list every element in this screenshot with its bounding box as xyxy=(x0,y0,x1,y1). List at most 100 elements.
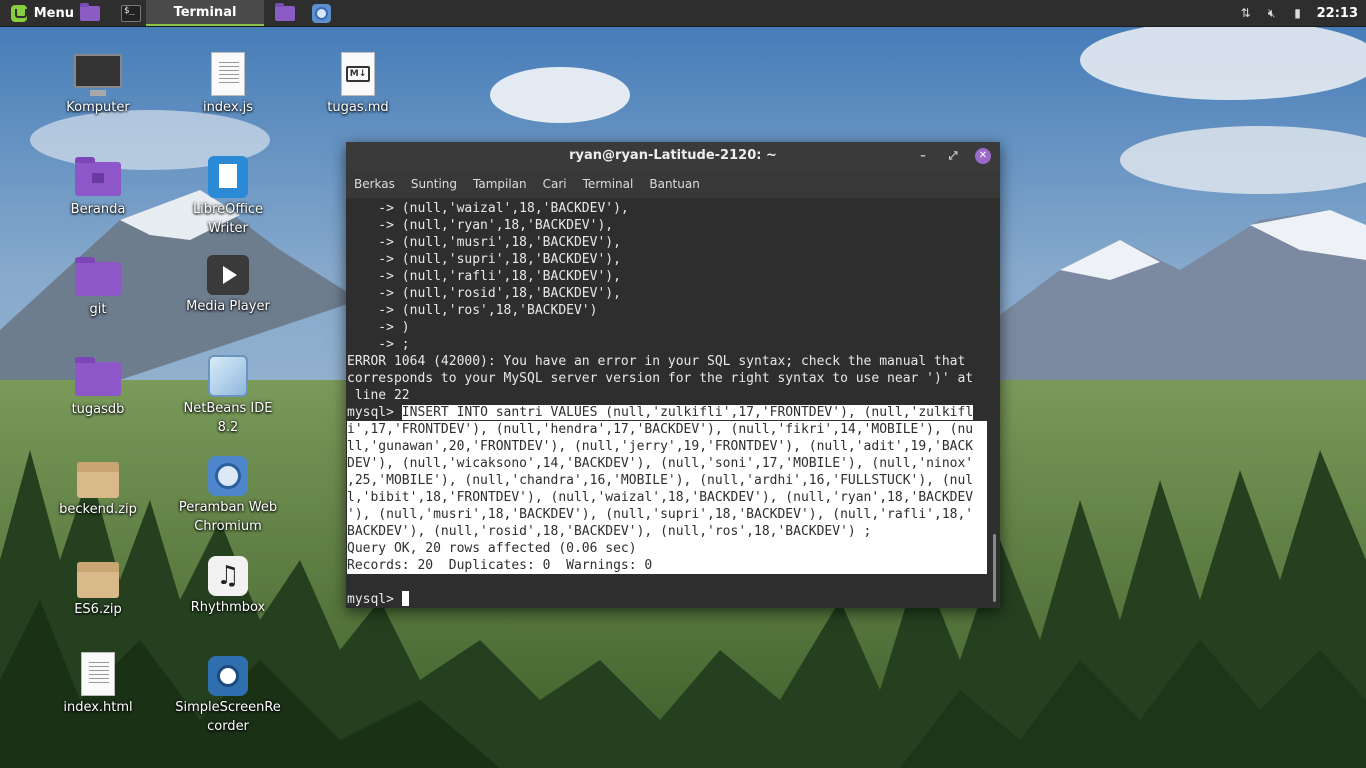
media-player-icon xyxy=(207,255,249,295)
desktop-icon-label: beckend.zip xyxy=(59,502,137,517)
error-line: ERROR 1064 (42000): You have an error in… xyxy=(347,354,966,369)
output-line: -> ) xyxy=(347,320,410,335)
output-line: -> (null,'waizal',18,'BACKDEV'), xyxy=(347,201,629,216)
command-line: mysql> INSERT INTO santri VALUES (null,'… xyxy=(347,404,974,421)
desktop-icon-index-html[interactable]: index.html xyxy=(43,652,153,717)
desktop-icon-tugasdb[interactable]: tugasdb xyxy=(43,356,153,419)
folder-icon xyxy=(80,2,100,21)
desktop-icon-beranda[interactable]: Beranda xyxy=(43,156,153,219)
top-panel: Menu $_ Terminal ⇅ 🔇︎ ▮ 22:13 xyxy=(0,0,1366,27)
network-icon[interactable]: ⇅ xyxy=(1239,7,1253,19)
menu-tampilan[interactable]: Tampilan xyxy=(473,177,527,191)
desktop-icon-label: NetBeans IDE 8.2 xyxy=(183,401,273,435)
selected-text: BACKDEV'), (null,'rosid',18,'BACKDEV'), … xyxy=(347,523,987,540)
taskbar-item-terminal[interactable]: Terminal xyxy=(146,0,264,26)
selected-text: DEV'), (null,'wicaksono',14,'BACKDEV'), … xyxy=(347,455,987,472)
error-line: corresponds to your MySQL server version… xyxy=(347,371,974,386)
desktop-icon-netbeans[interactable]: NetBeans IDE 8.2 xyxy=(173,355,283,437)
menu-berkas[interactable]: Berkas xyxy=(354,177,395,191)
battery-icon[interactable]: ▮ xyxy=(1291,7,1305,19)
computer-icon xyxy=(74,54,122,96)
input-line[interactable]: mysql> xyxy=(347,591,409,608)
desktop-icon-label: tugasdb xyxy=(71,402,125,417)
archive-icon xyxy=(77,462,119,498)
taskbar-item-label: Terminal xyxy=(173,4,237,20)
terminal-window: ryan@ryan-Latitude-2120: ~ – ⤢ ✕ Berkas … xyxy=(346,142,1000,608)
linux-mint-icon xyxy=(11,4,27,22)
selected-text: ll,'gunawan',20,'FRONTDEV'), (null,'jerr… xyxy=(347,438,987,455)
menu-cari[interactable]: Cari xyxy=(543,177,567,191)
terminal-scrollbar[interactable] xyxy=(993,534,996,602)
desktop-icon-rhythmbox[interactable]: ♫ Rhythmbox xyxy=(173,556,283,617)
terminal-launcher[interactable]: $_ xyxy=(120,3,142,23)
folder-icon xyxy=(75,357,121,396)
desktop-icon-label: Beranda xyxy=(70,202,126,217)
desktop-icon-label: git xyxy=(89,302,107,317)
document-icon xyxy=(211,52,245,96)
menu-sunting[interactable]: Sunting xyxy=(411,177,457,191)
menu-bantuan[interactable]: Bantuan xyxy=(649,177,699,191)
desktop-icon-es6-zip[interactable]: ES6.zip xyxy=(43,558,153,619)
folder-launcher[interactable] xyxy=(79,2,101,23)
output-line: -> (null,'ryan',18,'BACKDEV'), xyxy=(347,218,614,233)
folder-icon xyxy=(275,2,295,21)
desktop-icon-tugas-md[interactable]: M↓ tugas.md xyxy=(303,52,413,117)
archive-icon xyxy=(77,562,119,598)
minimize-icon[interactable]: – xyxy=(915,148,931,164)
desktop-icon-label: index.html xyxy=(63,700,133,715)
mysql-prompt: mysql> xyxy=(347,405,402,420)
terminal-output[interactable]: -> (null,'waizal',18,'BACKDEV'), -> (nul… xyxy=(346,199,992,608)
document-icon xyxy=(81,652,115,696)
error-line: line 22 xyxy=(347,388,410,403)
folder-launcher-2[interactable] xyxy=(274,2,296,23)
maximize-icon[interactable]: ⤢ xyxy=(945,148,961,164)
desktop-icon-beckend-zip[interactable]: beckend.zip xyxy=(43,458,153,519)
desktop-icon-label: index.js xyxy=(202,100,254,115)
terminal-titlebar[interactable]: ryan@ryan-Latitude-2120: ~ – ⤢ ✕ xyxy=(346,142,1000,170)
selected-text: l,'bibit',18,'FRONTDEV'), (null,'waizal'… xyxy=(347,489,987,506)
desktop-icon-index-js[interactable]: index.js xyxy=(173,52,283,117)
menu-terminal[interactable]: Terminal xyxy=(583,177,634,191)
folder-icon xyxy=(75,257,121,296)
chromium-launcher[interactable] xyxy=(310,3,332,23)
writer-icon xyxy=(208,156,248,198)
screen-recorder-icon xyxy=(208,656,248,696)
mysql-prompt: mysql> xyxy=(347,592,402,607)
desktop-icon-simplescreenrecorder[interactable]: SimpleScreenRecorder xyxy=(173,656,283,736)
system-tray: ⇅ 🔇︎ ▮ 22:13 xyxy=(1239,0,1366,26)
desktop-icon-label: ES6.zip xyxy=(74,602,122,617)
output-line: -> (null,'rosid',18,'BACKDEV'), xyxy=(347,286,621,301)
desktop-icon-label: Rhythmbox xyxy=(190,600,266,615)
desktop-icon-git[interactable]: git xyxy=(43,256,153,319)
chromium-icon xyxy=(208,456,248,496)
terminal-icon: $_ xyxy=(121,4,141,22)
menu-button[interactable]: Menu xyxy=(0,0,74,26)
desktop-icon-label: tugas.md xyxy=(327,100,389,115)
desktop-icon-label: Komputer xyxy=(66,100,130,115)
output-line: -> (null,'rafli',18,'BACKDEV'), xyxy=(347,269,621,284)
selected-text: ,25,'MOBILE'), (null,'chandra',16,'MOBIL… xyxy=(347,472,987,489)
desktop-icon-label: SimpleScreenRecorder xyxy=(175,700,281,734)
desktop-icon-komputer[interactable]: Komputer xyxy=(43,52,153,117)
selected-text: INSERT INTO santri VALUES (null,'zulkifl… xyxy=(401,405,974,420)
window-title: ryan@ryan-Latitude-2120: ~ xyxy=(569,148,777,163)
clock[interactable]: 22:13 xyxy=(1317,6,1358,21)
menu-label: Menu xyxy=(33,5,74,21)
desktop-icon-chromium[interactable]: Peramban Web Chromium xyxy=(173,456,283,536)
desktop-icon-label: LibreOffice Writer xyxy=(192,202,264,236)
terminal-menubar: Berkas Sunting Tampilan Cari Terminal Ba… xyxy=(346,170,1000,198)
output-line: -> ; xyxy=(347,337,410,352)
output-line: -> (null,'supri',18,'BACKDEV'), xyxy=(347,252,621,267)
desktop-icon-libreoffice-writer[interactable]: LibreOffice Writer xyxy=(173,156,283,238)
home-folder-icon xyxy=(75,157,121,196)
output-line: -> (null,'ros',18,'BACKDEV') xyxy=(347,303,598,318)
query-result-line: Records: 20 Duplicates: 0 Warnings: 0 xyxy=(347,557,987,574)
selected-text: i',17,'FRONTDEV'), (null,'hendra',17,'BA… xyxy=(347,421,987,438)
desktop-icon-media-player[interactable]: Media Player xyxy=(173,255,283,316)
volume-muted-icon[interactable]: 🔇︎ xyxy=(1265,7,1279,19)
markdown-icon: M↓ xyxy=(341,52,375,96)
chromium-icon xyxy=(311,3,331,23)
desktop-icon-label: Media Player xyxy=(186,299,270,314)
rhythmbox-icon: ♫ xyxy=(208,556,248,596)
close-icon[interactable]: ✕ xyxy=(975,148,991,164)
